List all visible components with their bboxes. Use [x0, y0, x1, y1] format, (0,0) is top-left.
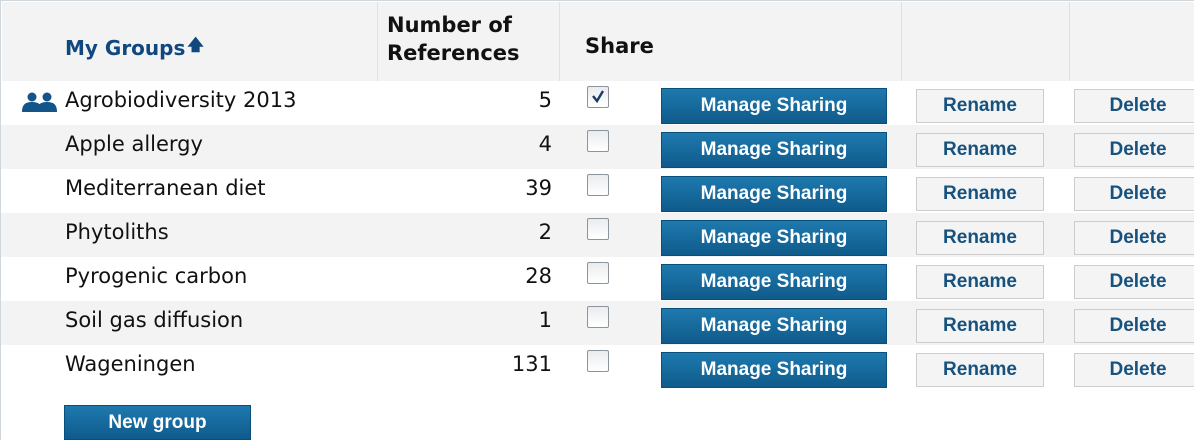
table-row: Apple allergy 4 Manage Sharing Rename De…: [1, 125, 1194, 169]
column-divider: [377, 2, 378, 81]
group-name[interactable]: Mediterranean diet: [65, 176, 266, 200]
column-divider: [901, 2, 902, 81]
manage-sharing-button[interactable]: Manage Sharing: [661, 88, 887, 124]
delete-button[interactable]: Delete: [1074, 353, 1194, 387]
manage-sharing-button[interactable]: Manage Sharing: [661, 132, 887, 168]
reference-count: 28: [525, 264, 552, 288]
manage-sharing-button[interactable]: Manage Sharing: [661, 176, 887, 212]
manage-sharing-button[interactable]: Manage Sharing: [661, 352, 887, 388]
share-checkbox[interactable]: [587, 86, 609, 108]
delete-button[interactable]: Delete: [1074, 265, 1194, 299]
delete-button[interactable]: Delete: [1074, 221, 1194, 255]
column-divider: [559, 2, 560, 81]
share-header: Share: [585, 34, 654, 58]
rename-button[interactable]: Rename: [916, 133, 1044, 167]
group-name[interactable]: Apple allergy: [65, 132, 203, 156]
rename-button[interactable]: Rename: [916, 89, 1044, 123]
reference-count: 5: [538, 88, 552, 112]
rename-button[interactable]: Rename: [916, 221, 1044, 255]
delete-button[interactable]: Delete: [1074, 133, 1194, 167]
share-checkbox[interactable]: [587, 218, 609, 240]
manage-sharing-button[interactable]: Manage Sharing: [661, 264, 887, 300]
rename-button[interactable]: Rename: [916, 353, 1044, 387]
manage-sharing-button[interactable]: Manage Sharing: [661, 308, 887, 344]
reference-count: 131: [511, 352, 552, 376]
my-groups-sort-header[interactable]: My Groups 🡅: [65, 34, 204, 61]
table-row: Agrobiodiversity 2013 5 Manage Sharing R…: [1, 81, 1194, 125]
delete-button[interactable]: Delete: [1074, 89, 1194, 123]
group-people-icon: [22, 92, 57, 112]
group-name[interactable]: Phytoliths: [65, 220, 169, 244]
reference-count: 1: [538, 308, 552, 332]
rename-button[interactable]: Rename: [916, 265, 1044, 299]
reference-count: 4: [538, 132, 552, 156]
table-row: Pyrogenic carbon 28 Manage Sharing Renam…: [1, 257, 1194, 301]
share-checkbox[interactable]: [587, 174, 609, 196]
delete-button[interactable]: Delete: [1074, 177, 1194, 211]
reference-count: 2: [538, 220, 552, 244]
group-name[interactable]: Soil gas diffusion: [65, 308, 243, 332]
share-checkbox[interactable]: [587, 350, 609, 372]
group-name[interactable]: Pyrogenic carbon: [65, 264, 247, 288]
table-row: Phytoliths 2 Manage Sharing Rename Delet…: [1, 213, 1194, 257]
reference-count: 39: [525, 176, 552, 200]
group-name[interactable]: Agrobiodiversity 2013: [65, 88, 296, 112]
number-of-references-header: Number of References: [387, 11, 520, 67]
number-header-line2: References: [387, 41, 520, 65]
column-divider: [1069, 2, 1070, 81]
delete-button[interactable]: Delete: [1074, 309, 1194, 343]
share-checkbox[interactable]: [587, 262, 609, 284]
table-row: Mediterranean diet 39 Manage Sharing Ren…: [1, 169, 1194, 213]
share-checkbox[interactable]: [587, 130, 609, 152]
number-header-line1: Number of: [387, 13, 512, 37]
checkmark-icon: [592, 90, 605, 104]
table-row: Wageningen 131 Manage Sharing Rename Del…: [1, 345, 1194, 389]
rename-button[interactable]: Rename: [916, 177, 1044, 211]
my-groups-header-label: My Groups: [65, 35, 186, 60]
share-checkbox[interactable]: [587, 306, 609, 328]
table-row: Soil gas diffusion 1 Manage Sharing Rena…: [1, 301, 1194, 345]
up-arrow-icon: 🡅: [187, 35, 204, 54]
new-group-button[interactable]: New group: [64, 405, 251, 440]
manage-sharing-button[interactable]: Manage Sharing: [661, 220, 887, 256]
group-name[interactable]: Wageningen: [65, 352, 196, 376]
rename-button[interactable]: Rename: [916, 309, 1044, 343]
